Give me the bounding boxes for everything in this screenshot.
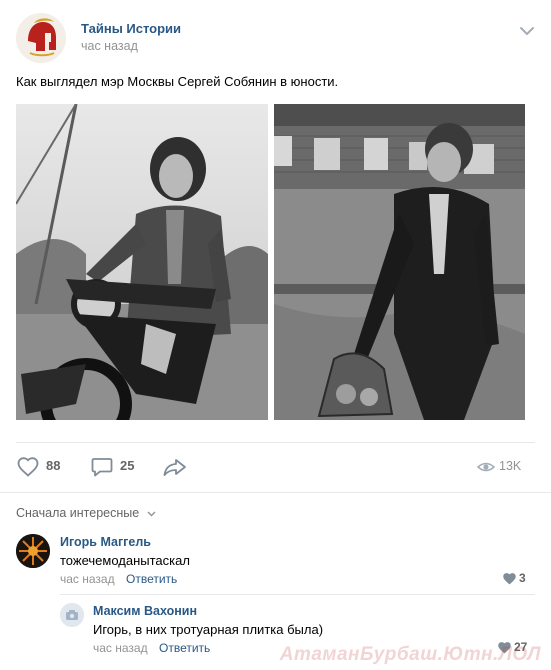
watermark: АтаманБурбаш.Ютн.ЛОЛ [279,644,541,665]
heart-icon [17,457,39,477]
reply-text: Игорь, в них тротуарная плитка была) [93,622,324,637]
comment-icon [91,458,113,477]
comment-author[interactable]: Игорь Маггель [60,535,151,549]
reply-reply-button[interactable]: Ответить [159,641,210,655]
motorcycle-photo-image [16,104,268,420]
comment-text: тожечемоданытаскал [60,553,190,568]
chevron-down-icon[interactable] [519,25,535,37]
post-photo-motorcycle[interactable] [16,104,268,420]
sort-label: Сначала интересные [16,506,140,520]
reply-time[interactable]: час назад [93,641,148,655]
post-header: Тайны Истории час назад [16,13,535,63]
boy-photo-image [274,104,525,420]
actions-divider [16,442,535,443]
post-author[interactable]: Тайны Истории [81,21,181,36]
like-button[interactable]: 88 [16,455,76,479]
comments-sort-dropdown[interactable]: Сначала интересные [16,506,156,520]
reply-avatar[interactable] [60,603,84,627]
chevron-down-icon [147,511,156,517]
starburst-avatar-icon [16,534,50,568]
like-count: 88 [46,458,61,473]
comment-divider [60,594,535,595]
comment-avatar[interactable] [16,534,50,568]
eye-icon [477,462,495,472]
heart-icon [503,573,516,585]
post-photo-boy-with-bag[interactable] [274,104,525,420]
comment-like-count: 3 [519,571,526,585]
reply-author[interactable]: Максим Вахонин [93,604,197,618]
comment-button[interactable]: 25 [90,455,150,479]
comment-time[interactable]: час назад [60,572,115,586]
comment-like-button[interactable]: 3 [503,571,527,587]
comments-divider [0,492,551,493]
comment-count: 25 [120,458,135,473]
views-count: 13K [499,459,522,473]
reply-button[interactable]: Ответить [126,572,177,586]
camera-placeholder-icon [60,603,84,627]
post-time[interactable]: час назад [81,39,138,53]
community-avatar[interactable] [16,13,66,63]
share-icon [163,459,186,476]
share-button[interactable] [162,455,188,479]
spartan-helmet-logo-icon [16,13,66,63]
post-text: Как выглядел мэр Москвы Сергей Собянин в… [16,74,339,89]
views-counter: 13K [477,459,527,475]
